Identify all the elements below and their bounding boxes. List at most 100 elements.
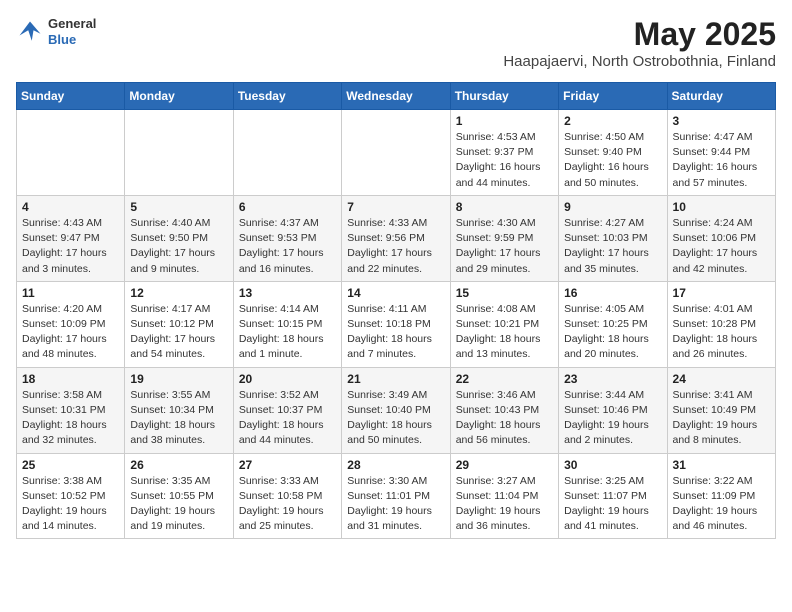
calendar-cell: 31 Sunrise: 3:22 AM Sunset: 11:09 PM Dayl… <box>667 453 775 539</box>
day-info: Sunrise: 4:11 AM Sunset: 10:18 PM Daylig… <box>347 302 444 363</box>
day-number: 3 <box>673 114 770 128</box>
day-info: Sunrise: 4:33 AM Sunset: 9:56 PM Dayligh… <box>347 216 444 277</box>
calendar-cell: 19 Sunrise: 3:55 AM Sunset: 10:34 PM Dayl… <box>125 367 233 453</box>
day-info: Sunrise: 4:14 AM Sunset: 10:15 PM Daylig… <box>239 302 336 363</box>
calendar-cell: 8Sunrise: 4:30 AM Sunset: 9:59 PM Daylig… <box>450 195 558 281</box>
day-info: Sunrise: 4:01 AM Sunset: 10:28 PM Daylig… <box>673 302 770 363</box>
day-info: Sunrise: 3:33 AM Sunset: 10:58 PM Daylig… <box>239 474 336 535</box>
calendar-cell <box>125 110 233 196</box>
calendar-cell: 16 Sunrise: 4:05 AM Sunset: 10:25 PM Dayl… <box>559 281 667 367</box>
logo-blue: Blue <box>48 32 96 48</box>
calendar-cell: 1 Sunrise: 4:53 AM Sunset: 9:37 PM Daylig… <box>450 110 558 196</box>
calendar-week-row: 11 Sunrise: 4:20 AM Sunset: 10:09 PM Dayl… <box>17 281 776 367</box>
day-number: 26 <box>130 458 227 472</box>
calendar-cell: 28 Sunrise: 3:30 AM Sunset: 11:01 PM Dayl… <box>342 453 450 539</box>
logo-text: General Blue <box>48 16 96 47</box>
day-info: Sunrise: 3:30 AM Sunset: 11:01 PM Daylig… <box>347 474 444 535</box>
day-number: 19 <box>130 372 227 386</box>
day-number: 6 <box>239 200 336 214</box>
day-info: Sunrise: 3:55 AM Sunset: 10:34 PM Daylig… <box>130 388 227 449</box>
day-info: Sunrise: 4:47 AM Sunset: 9:44 PM Dayligh… <box>673 130 770 191</box>
day-info: Sunrise: 4:43 AM Sunset: 9:47 PM Dayligh… <box>22 216 119 277</box>
day-info: Sunrise: 4:17 AM Sunset: 10:12 PM Daylig… <box>130 302 227 363</box>
calendar-cell: 26Sunrise: 3:35 AM Sunset: 10:55 PM Dayl… <box>125 453 233 539</box>
day-info: Sunrise: 4:20 AM Sunset: 10:09 PM Daylig… <box>22 302 119 363</box>
calendar-week-row: 25Sunrise: 3:38 AM Sunset: 10:52 PM Dayl… <box>17 453 776 539</box>
calendar-cell <box>233 110 341 196</box>
weekday-header: Sunday <box>17 83 125 110</box>
day-info: Sunrise: 3:44 AM Sunset: 10:46 PM Daylig… <box>564 388 661 449</box>
day-info: Sunrise: 4:27 AM Sunset: 10:03 PM Daylig… <box>564 216 661 277</box>
calendar-cell: 14Sunrise: 4:11 AM Sunset: 10:18 PM Dayl… <box>342 281 450 367</box>
calendar-cell: 27Sunrise: 3:33 AM Sunset: 10:58 PM Dayl… <box>233 453 341 539</box>
day-info: Sunrise: 3:22 AM Sunset: 11:09 PM Daylig… <box>673 474 770 535</box>
logo-icon <box>16 18 44 46</box>
logo-general: General <box>48 16 96 32</box>
weekday-header: Friday <box>559 83 667 110</box>
calendar-cell <box>17 110 125 196</box>
day-info: Sunrise: 4:08 AM Sunset: 10:21 PM Daylig… <box>456 302 553 363</box>
day-number: 28 <box>347 458 444 472</box>
day-info: Sunrise: 4:50 AM Sunset: 9:40 PM Dayligh… <box>564 130 661 191</box>
day-number: 21 <box>347 372 444 386</box>
page-header: General Blue May 2025 Haapajaervi, North… <box>16 16 776 70</box>
calendar-cell: 29Sunrise: 3:27 AM Sunset: 11:04 PM Dayl… <box>450 453 558 539</box>
day-number: 7 <box>347 200 444 214</box>
calendar-cell: 3 Sunrise: 4:47 AM Sunset: 9:44 PM Daylig… <box>667 110 775 196</box>
day-number: 13 <box>239 286 336 300</box>
calendar-cell: 6Sunrise: 4:37 AM Sunset: 9:53 PM Daylig… <box>233 195 341 281</box>
title-block: May 2025 Haapajaervi, North Ostrobothnia… <box>503 16 776 70</box>
day-info: Sunrise: 4:24 AM Sunset: 10:06 PM Daylig… <box>673 216 770 277</box>
weekday-header: Monday <box>125 83 233 110</box>
calendar-week-row: 1 Sunrise: 4:53 AM Sunset: 9:37 PM Daylig… <box>17 110 776 196</box>
calendar-cell: 2Sunrise: 4:50 AM Sunset: 9:40 PM Daylig… <box>559 110 667 196</box>
day-info: Sunrise: 3:58 AM Sunset: 10:31 PM Daylig… <box>22 388 119 449</box>
calendar-cell: 4 Sunrise: 4:43 AM Sunset: 9:47 PM Daylig… <box>17 195 125 281</box>
calendar-cell: 23 Sunrise: 3:44 AM Sunset: 10:46 PM Dayl… <box>559 367 667 453</box>
calendar-cell: 21 Sunrise: 3:49 AM Sunset: 10:40 PM Dayl… <box>342 367 450 453</box>
day-number: 24 <box>673 372 770 386</box>
day-info: Sunrise: 3:49 AM Sunset: 10:40 PM Daylig… <box>347 388 444 449</box>
day-number: 31 <box>673 458 770 472</box>
day-info: Sunrise: 3:27 AM Sunset: 11:04 PM Daylig… <box>456 474 553 535</box>
day-info: Sunrise: 4:30 AM Sunset: 9:59 PM Dayligh… <box>456 216 553 277</box>
logo: General Blue <box>16 16 96 47</box>
weekday-header: Thursday <box>450 83 558 110</box>
page-title: May 2025 <box>503 16 776 53</box>
day-number: 18 <box>22 372 119 386</box>
calendar-cell <box>342 110 450 196</box>
calendar-cell: 17 Sunrise: 4:01 AM Sunset: 10:28 PM Dayl… <box>667 281 775 367</box>
weekday-header: Saturday <box>667 83 775 110</box>
calendar-week-row: 4 Sunrise: 4:43 AM Sunset: 9:47 PM Daylig… <box>17 195 776 281</box>
calendar-cell: 15Sunrise: 4:08 AM Sunset: 10:21 PM Dayl… <box>450 281 558 367</box>
day-number: 20 <box>239 372 336 386</box>
day-number: 17 <box>673 286 770 300</box>
day-number: 1 <box>456 114 553 128</box>
day-number: 30 <box>564 458 661 472</box>
calendar-cell: 22Sunrise: 3:46 AM Sunset: 10:43 PM Dayl… <box>450 367 558 453</box>
day-number: 16 <box>564 286 661 300</box>
day-number: 23 <box>564 372 661 386</box>
calendar-cell: 18 Sunrise: 3:58 AM Sunset: 10:31 PM Dayl… <box>17 367 125 453</box>
day-number: 5 <box>130 200 227 214</box>
day-info: Sunrise: 4:40 AM Sunset: 9:50 PM Dayligh… <box>130 216 227 277</box>
day-number: 11 <box>22 286 119 300</box>
day-info: Sunrise: 4:05 AM Sunset: 10:25 PM Daylig… <box>564 302 661 363</box>
day-number: 12 <box>130 286 227 300</box>
day-info: Sunrise: 4:53 AM Sunset: 9:37 PM Dayligh… <box>456 130 553 191</box>
day-number: 9 <box>564 200 661 214</box>
weekday-header: Wednesday <box>342 83 450 110</box>
day-info: Sunrise: 3:38 AM Sunset: 10:52 PM Daylig… <box>22 474 119 535</box>
calendar-cell: 20Sunrise: 3:52 AM Sunset: 10:37 PM Dayl… <box>233 367 341 453</box>
calendar-cell: 7 Sunrise: 4:33 AM Sunset: 9:56 PM Daylig… <box>342 195 450 281</box>
day-number: 4 <box>22 200 119 214</box>
day-number: 10 <box>673 200 770 214</box>
day-info: Sunrise: 3:46 AM Sunset: 10:43 PM Daylig… <box>456 388 553 449</box>
calendar-cell: 10 Sunrise: 4:24 AM Sunset: 10:06 PM Dayl… <box>667 195 775 281</box>
calendar-cell: 11 Sunrise: 4:20 AM Sunset: 10:09 PM Dayl… <box>17 281 125 367</box>
page-subtitle: Haapajaervi, North Ostrobothnia, Finland <box>503 53 776 70</box>
calendar-cell: 24Sunrise: 3:41 AM Sunset: 10:49 PM Dayl… <box>667 367 775 453</box>
calendar-cell: 25Sunrise: 3:38 AM Sunset: 10:52 PM Dayl… <box>17 453 125 539</box>
day-info: Sunrise: 3:25 AM Sunset: 11:07 PM Daylig… <box>564 474 661 535</box>
calendar-table: SundayMondayTuesdayWednesdayThursdayFrid… <box>16 82 776 539</box>
